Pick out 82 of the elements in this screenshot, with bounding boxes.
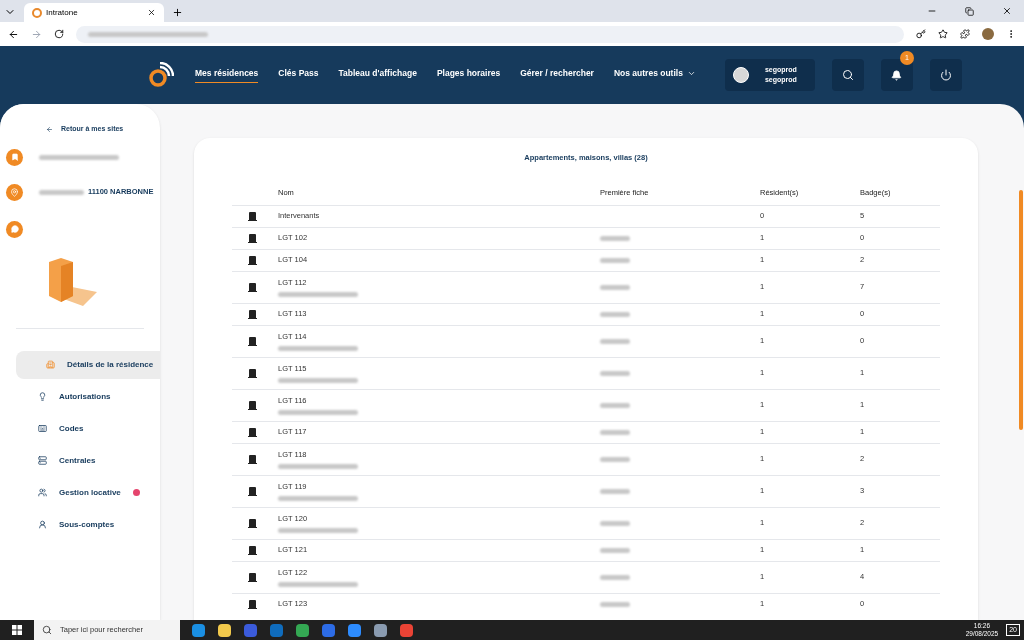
key-icon[interactable]	[916, 29, 926, 39]
door-icon	[248, 545, 257, 555]
start-icon[interactable]	[12, 625, 22, 635]
door-icon	[248, 518, 257, 528]
taskbar-app-icon[interactable]	[374, 623, 387, 637]
redacted-date	[600, 429, 630, 435]
door-icon	[248, 233, 257, 243]
sidebar-item[interactable]: Autorisations	[16, 382, 160, 411]
menu-item-icon	[38, 456, 47, 465]
redacted-date	[600, 574, 630, 580]
bookmark-icon	[6, 148, 23, 166]
menu-item-icon	[38, 520, 47, 529]
redacted-date	[600, 235, 630, 241]
menu-item-icon	[38, 488, 47, 497]
taskbar-app-icon[interactable]	[192, 623, 205, 637]
door-icon	[248, 454, 257, 464]
menu-item-icon	[46, 360, 55, 369]
redacted-date	[600, 488, 630, 494]
door-icon	[248, 309, 257, 319]
restore-icon[interactable]	[965, 7, 974, 16]
nav-link[interactable]: Tableau d'affichage	[338, 67, 417, 83]
close-icon[interactable]	[147, 8, 156, 17]
browser-tab[interactable]: Intratone	[24, 3, 164, 22]
redacted-date	[600, 402, 630, 408]
sidebar-item[interactable]: Sous-comptes	[16, 510, 160, 539]
power-icon	[939, 69, 952, 81]
door-icon	[248, 336, 257, 346]
door-icon	[248, 255, 257, 265]
nav-link[interactable]: Mes résidences	[195, 67, 259, 83]
door-icon	[248, 211, 257, 221]
close-window-icon[interactable]	[1002, 6, 1012, 16]
user-avatar	[732, 67, 749, 83]
bell-icon	[891, 69, 903, 81]
location-pin-icon	[6, 183, 23, 201]
search-icon	[42, 625, 52, 635]
reload-icon[interactable]	[54, 29, 64, 39]
nav-link[interactable]: Nos autres outils	[613, 67, 696, 83]
search-icon	[841, 69, 854, 81]
new-tab-icon[interactable]	[172, 7, 183, 18]
door-icon	[248, 368, 257, 378]
comment-icon	[6, 220, 23, 238]
redacted-date	[600, 520, 630, 526]
profile-avatar[interactable]	[982, 28, 994, 40]
menu-item-icon	[38, 424, 47, 433]
door-icon	[248, 572, 257, 582]
bookmark-star-icon[interactable]	[938, 29, 948, 39]
door-icon	[248, 486, 257, 496]
notifications-button[interactable]	[880, 59, 913, 91]
site-favicon	[32, 7, 42, 18]
search-button[interactable]	[831, 59, 864, 91]
extensions-icon[interactable]	[960, 29, 970, 39]
door-icon	[248, 400, 257, 410]
redacted-date	[600, 370, 630, 376]
url-field[interactable]	[76, 25, 904, 43]
redacted-date	[600, 456, 630, 462]
menu-item-icon	[38, 392, 47, 401]
nav-link[interactable]: Clés Pass	[278, 67, 319, 83]
scrollbar-thumb[interactable]	[1019, 190, 1023, 430]
redacted-date	[600, 338, 630, 344]
sidebar-item[interactable]: Centrales	[16, 446, 160, 475]
nav-link[interactable]: Gérer / rechercher	[520, 67, 594, 83]
tab-title: Intratone	[46, 6, 79, 19]
redacted-date	[600, 257, 630, 263]
logo-icon	[148, 62, 174, 88]
door-icon	[248, 282, 257, 292]
sidebar-item[interactable]: Gestion locative	[16, 478, 160, 507]
taskbar-app-icon[interactable]	[348, 623, 361, 637]
nav-link[interactable]: Plages horaires	[436, 67, 501, 83]
taskbar-app-icon[interactable]	[296, 623, 309, 637]
redacted-date	[600, 547, 630, 553]
arrow-left-icon	[46, 125, 53, 133]
taskbar-app-icon[interactable]	[218, 623, 231, 637]
back-icon[interactable]	[8, 28, 19, 40]
redacted-date	[600, 601, 630, 607]
door-icon	[248, 599, 257, 609]
redacted-street	[39, 189, 84, 195]
logout-button[interactable]	[929, 59, 962, 91]
door-icon	[248, 427, 257, 437]
sidebar-item[interactable]: Détails de la résidence	[16, 350, 160, 379]
redacted-date	[600, 311, 630, 317]
sidebar-item[interactable]: Codes	[16, 414, 160, 443]
redacted-date	[600, 284, 630, 290]
